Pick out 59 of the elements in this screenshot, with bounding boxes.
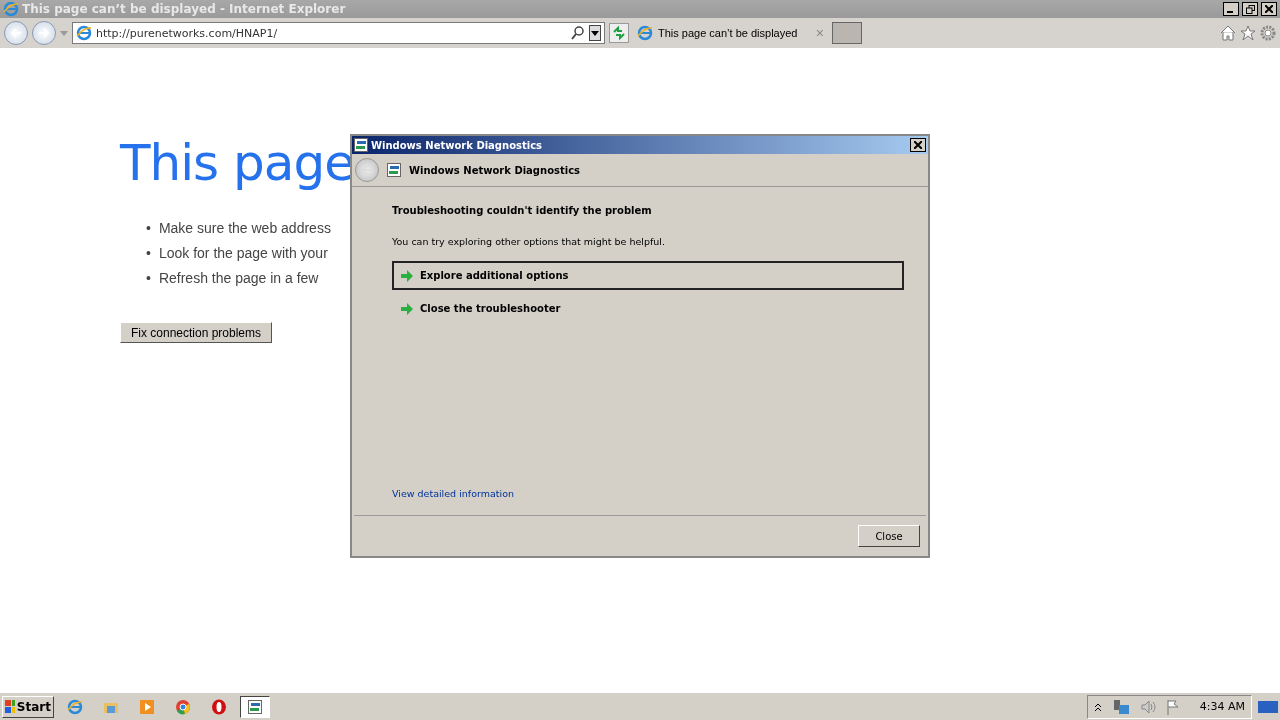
forward-arrow-icon	[38, 27, 50, 39]
close-dialog-button[interactable]: Close	[858, 525, 920, 547]
back-button[interactable]	[4, 21, 28, 45]
browser-logo-icon	[76, 25, 92, 41]
option-link[interactable]: Close the troubleshooter	[392, 294, 904, 323]
back-arrow-icon	[10, 27, 22, 39]
show-desktop-icon[interactable]	[1258, 698, 1278, 715]
network-icon[interactable]	[1111, 698, 1130, 715]
close-button[interactable]	[1261, 2, 1277, 16]
window-title: This page can’t be displayed - Internet Explorer	[22, 2, 347, 16]
network-diagnostics-icon	[248, 699, 262, 714]
suggestion-text: Refresh the page in a few	[158, 270, 319, 286]
dialog-header: Windows Network Diagnostics	[409, 164, 581, 176]
bullet-mark: •	[146, 270, 151, 286]
result-message: You can try exploring other options that might be helpful.	[392, 236, 665, 247]
home-icon[interactable]	[1220, 25, 1236, 41]
suggestion-text: Look for the page with your	[158, 245, 328, 261]
tab-title: This page can’t be displayed	[658, 27, 799, 39]
search-icon[interactable]	[571, 26, 585, 40]
detailed-info-link[interactable]: View detailed information	[392, 488, 514, 499]
network-diagnostics-icon	[387, 163, 401, 177]
close-icon	[1265, 5, 1273, 13]
speaker-icon[interactable]	[1139, 698, 1156, 715]
arrow-icon	[400, 301, 414, 316]
fix-connection-button[interactable]: Fix connection problems	[120, 322, 272, 343]
arrow-icon	[400, 268, 414, 283]
bullet-mark: •	[146, 245, 151, 261]
close-icon	[914, 141, 922, 149]
refresh-icon[interactable]	[609, 23, 629, 43]
settings-icon[interactable]	[1260, 25, 1276, 41]
address-field[interactable]: http://purenetworks.com/HNAP1/	[72, 22, 605, 44]
result-heading: Troubleshooting couldn't identify the problem	[392, 205, 652, 216]
play-icon	[139, 698, 155, 715]
error-heading: This page	[120, 134, 354, 192]
restore-button[interactable]	[1242, 2, 1258, 16]
bullet-mark: •	[146, 220, 151, 236]
start-button[interactable]: Start	[2, 695, 54, 718]
restore-icon	[1245, 4, 1255, 14]
back-button[interactable]	[355, 158, 379, 182]
windows-logo-icon	[5, 699, 15, 714]
network-diagnostics-icon	[354, 138, 368, 152]
circle-logo-icon	[175, 698, 191, 715]
browser-logo-icon	[637, 25, 653, 41]
dialog-title: Windows Network Diagnostics	[371, 139, 544, 151]
browser-logo-icon	[3, 1, 19, 17]
star-icon[interactable]	[1240, 25, 1256, 41]
minimize-button[interactable]	[1223, 2, 1239, 16]
chevron-up-icon[interactable]	[1093, 701, 1102, 712]
taskbar-app-button[interactable]	[240, 695, 270, 718]
ring-logo-icon	[211, 698, 227, 715]
option-link[interactable]: Explore additional options	[392, 261, 904, 290]
dropdown-caret-icon[interactable]	[589, 25, 601, 41]
close-button[interactable]	[910, 138, 926, 152]
back-arrow-icon	[361, 164, 373, 176]
forward-button[interactable]	[32, 21, 56, 45]
new-tab-button[interactable]	[832, 22, 862, 44]
suggestion-text: Make sure the web address	[158, 220, 331, 236]
browser-logo-icon	[67, 698, 83, 715]
clock[interactable]: 4:34 AM	[1199, 700, 1245, 713]
